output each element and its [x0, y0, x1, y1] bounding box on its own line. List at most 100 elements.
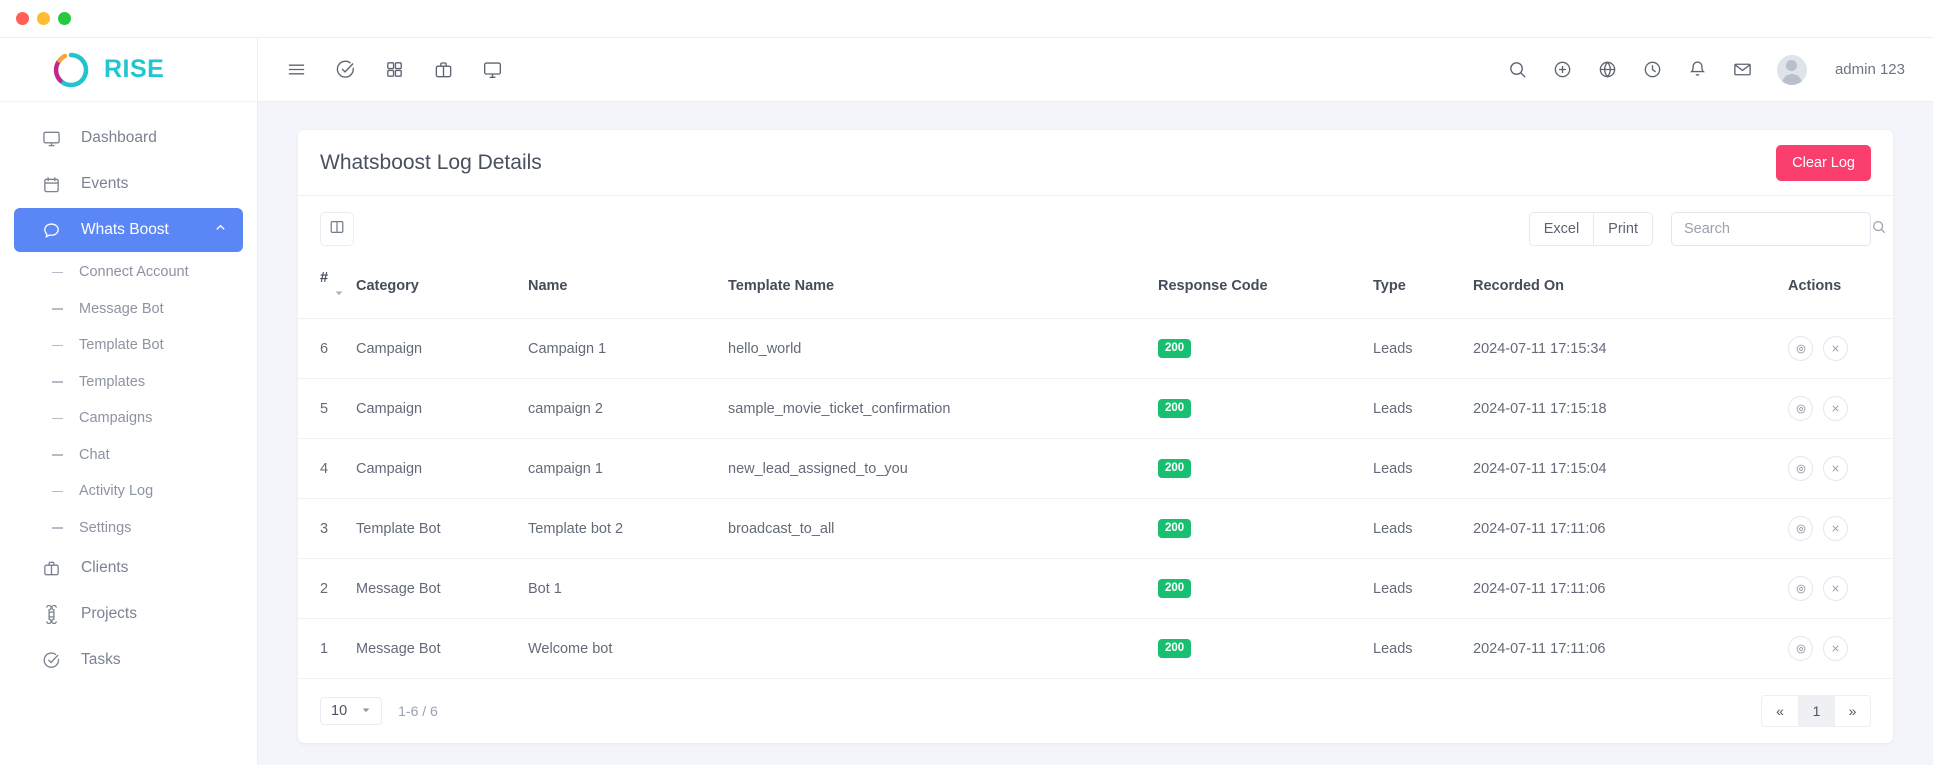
check-circle-icon[interactable]	[335, 59, 356, 80]
sidebar-item-whats-boost[interactable]: Whats Boost	[14, 208, 243, 252]
sidebar-subitem-connect-account[interactable]: Connect Account	[14, 254, 243, 291]
delete-icon[interactable]	[1823, 516, 1848, 541]
sort-descending-icon[interactable]	[334, 286, 344, 302]
view-icon[interactable]	[1788, 396, 1813, 421]
column-header-number[interactable]: #	[298, 258, 356, 319]
previous-page-button[interactable]: «	[1762, 696, 1798, 726]
view-icon[interactable]	[1788, 336, 1813, 361]
close-window-button[interactable]	[16, 12, 29, 25]
chevron-up-icon[interactable]	[214, 221, 227, 239]
dash-icon	[52, 417, 63, 419]
column-visibility-button[interactable]	[320, 212, 354, 246]
print-button[interactable]: Print	[1593, 213, 1652, 245]
clear-log-button[interactable]: Clear Log	[1776, 144, 1871, 181]
column-header-recorded-on[interactable]: Recorded On	[1473, 258, 1788, 319]
bell-icon[interactable]	[1687, 59, 1708, 80]
export-button-group: Excel Print	[1528, 212, 1653, 246]
cell-template-name: new_lead_assigned_to_you	[728, 438, 1158, 499]
grid-icon[interactable]	[384, 59, 405, 80]
cell-type: Leads	[1373, 318, 1473, 379]
sidebar-item-dashboard[interactable]: Dashboard	[14, 116, 243, 160]
row-actions	[1788, 336, 1871, 361]
delete-icon[interactable]	[1823, 396, 1848, 421]
sidebar-subitem-settings[interactable]: Settings	[14, 510, 243, 547]
delete-icon[interactable]	[1823, 576, 1848, 601]
page-number-button[interactable]: 1	[1798, 696, 1834, 726]
cell-name: Campaign 1	[528, 318, 728, 379]
sidebar-item-clients[interactable]: Clients	[14, 546, 243, 590]
search-input[interactable]	[1684, 221, 1871, 237]
clock-icon[interactable]	[1642, 59, 1663, 80]
excel-export-button[interactable]: Excel	[1529, 213, 1594, 245]
delete-icon[interactable]	[1823, 336, 1848, 361]
cell-actions	[1788, 558, 1893, 619]
column-header-template-name[interactable]: Template Name	[728, 258, 1158, 319]
cell-number: 3	[298, 498, 356, 559]
delete-icon[interactable]	[1823, 456, 1848, 481]
dash-icon	[52, 527, 63, 529]
table-row: 2 Message Bot Bot 1 200 Leads 2024-07-11 17:1…	[298, 558, 1893, 619]
minimize-window-button[interactable]	[37, 12, 50, 25]
cell-response-code: 200	[1158, 378, 1373, 439]
sidebar-subitem-template-bot[interactable]: Template Bot	[14, 327, 243, 364]
view-icon[interactable]	[1788, 456, 1813, 481]
maximize-window-button[interactable]	[58, 12, 71, 25]
column-header-category[interactable]: Category	[356, 258, 528, 319]
briefcase-icon[interactable]	[433, 59, 454, 80]
search-box[interactable]	[1671, 212, 1886, 246]
dash-icon	[52, 381, 63, 383]
sidebar-subitem-message-bot[interactable]: Message Bot	[14, 291, 243, 328]
table-header-row: # Category Name Template Name Response C…	[298, 258, 1893, 319]
cell-template-name	[728, 558, 1158, 619]
sidebar-item-events[interactable]: Events	[14, 162, 243, 206]
status-badge: 200	[1158, 338, 1192, 359]
status-badge: 200	[1158, 638, 1192, 659]
sidebar-item-tasks[interactable]: Tasks	[14, 638, 243, 682]
hamburger-icon[interactable]	[286, 59, 307, 80]
cell-type: Leads	[1373, 378, 1473, 439]
next-page-button[interactable]: »	[1834, 696, 1870, 726]
plus-circle-icon[interactable]	[1552, 59, 1573, 80]
page-title: Whatsboost Log Details	[320, 150, 542, 174]
avatar[interactable]	[1776, 54, 1807, 85]
column-header-actions: Actions	[1788, 258, 1893, 319]
cell-template-name: sample_movie_ticket_confirmation	[728, 378, 1158, 439]
view-icon[interactable]	[1788, 576, 1813, 601]
sidebar-subitem-templates[interactable]: Templates	[14, 364, 243, 401]
cell-name: Welcome bot	[528, 618, 728, 679]
mail-icon[interactable]	[1732, 59, 1753, 80]
log-details-card: Whatsboost Log Details Clear Log Excel P…	[298, 130, 1893, 743]
table-body: 6 Campaign Campaign 1 hello_world 200 Leads 20…	[298, 318, 1893, 679]
column-header-name[interactable]: Name	[528, 258, 728, 319]
pagination: « 1 »	[1761, 695, 1871, 727]
sidebar-subitem-label: Template Bot	[79, 337, 164, 354]
toolbar-right: Excel Print	[1528, 212, 1886, 246]
sidebar-subitem-chat[interactable]: Chat	[14, 437, 243, 474]
sidebar-subitem-activity-log[interactable]: Activity Log	[14, 473, 243, 510]
column-header-type[interactable]: Type	[1373, 258, 1473, 319]
record-range-label: 1-6 / 6	[398, 703, 438, 719]
dash-icon	[52, 271, 63, 273]
column-header-response-code[interactable]: Response Code	[1158, 258, 1373, 319]
sidebar-item-projects[interactable]: Projects	[14, 592, 243, 636]
card-header: Whatsboost Log Details Clear Log	[298, 130, 1893, 196]
rise-logo-icon	[52, 51, 90, 89]
search-icon[interactable]	[1507, 59, 1528, 80]
log-table: # Category Name Template Name Response C…	[298, 258, 1893, 679]
columns-icon	[329, 219, 345, 240]
row-actions	[1788, 456, 1871, 481]
brand-logo[interactable]: RISE	[0, 38, 257, 102]
page-size-select[interactable]: 10	[320, 697, 383, 725]
view-icon[interactable]	[1788, 516, 1813, 541]
sidebar-subitem-label: Campaigns	[79, 410, 153, 427]
cell-number: 5	[298, 378, 356, 439]
view-icon[interactable]	[1788, 636, 1813, 661]
cell-category: Message Bot	[356, 618, 528, 679]
sidebar-subitem-campaigns[interactable]: Campaigns	[14, 400, 243, 437]
globe-icon[interactable]	[1597, 59, 1618, 80]
monitor-icon[interactable]	[482, 59, 503, 80]
table-row: 6 Campaign Campaign 1 hello_world 200 Leads 20…	[298, 318, 1893, 379]
topbar-left-icons	[258, 59, 503, 80]
delete-icon[interactable]	[1823, 636, 1848, 661]
sidebar-item-label: Events	[81, 175, 129, 192]
